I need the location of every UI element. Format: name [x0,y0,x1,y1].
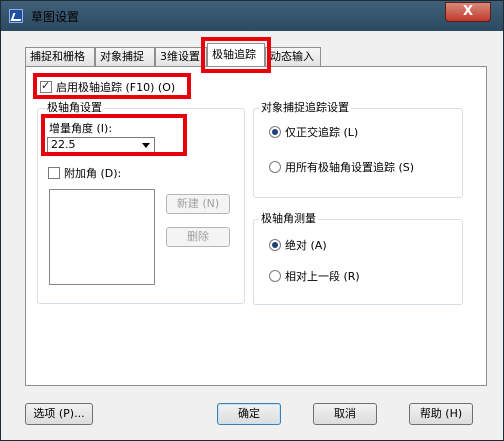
ok-button[interactable]: 确定 [217,403,281,425]
additional-angle-checkbox[interactable] [48,167,60,179]
all-polar-settings-label: 用所有极轴角设置追踪 (S) [285,161,415,174]
chevron-down-icon [142,143,150,148]
window-title: 草图设置 [31,10,80,24]
tab-object-snap[interactable]: 对象捕捉 [95,47,155,66]
new-angle-button[interactable]: 新建 (N) [166,194,230,214]
cancel-button[interactable]: 取消 [313,403,377,425]
all-polar-settings-radio[interactable] [269,161,281,173]
enable-polar-label: 启用极轴追踪 (F10) (O) [56,81,176,94]
absolute-radio[interactable] [269,239,281,251]
measurement-group-label: 极轴角测量 [259,210,318,226]
increment-angle-value: 22.5 [51,138,76,151]
tab-dynamic-input[interactable]: 动态输入 [265,47,321,66]
delete-angle-button[interactable]: 删除 [166,227,230,247]
relative-last-segment-radio[interactable] [269,270,281,282]
relative-last-segment-label: 相对上一段 (R) [285,270,360,283]
orthogonal-only-label: 仅正交追踪 (L) [285,126,359,139]
polar-angle-group-label: 极轴角设置 [45,99,104,115]
help-button[interactable]: 帮助 (H) [409,403,473,425]
close-button[interactable]: X [445,2,491,22]
additional-angle-label: 附加角 (D): [64,167,122,180]
absolute-label: 绝对 (A) [285,239,327,252]
options-button[interactable]: 选项 (P)... [25,403,93,425]
tab-label: 动态输入 [270,50,314,63]
increment-angle-label: 增量角度 (I): [49,122,113,135]
additional-angle-list[interactable] [49,189,155,285]
tab-label: 捕捉和栅格 [30,50,85,63]
app-logo-icon [9,9,23,23]
drafting-settings-dialog: 草图设置 X 捕捉和栅格 对象捕捉 3维设置 极轴追踪 动态输入 启用极轴追踪 … [0,0,504,441]
enable-polar-checkbox[interactable] [40,79,52,93]
tab-3d-settings[interactable]: 3维设置 [155,47,207,66]
tab-label: 对象捕捉 [100,50,144,63]
close-icon: X [462,4,474,19]
osnap-tracking-group [253,108,463,198]
osnap-tracking-group-label: 对象捕捉追踪设置 [259,99,351,115]
tab-snap-grid[interactable]: 捕捉和栅格 [25,47,95,66]
tab-label: 3维设置 [160,50,200,63]
tab-label: 极轴追踪 [212,48,256,61]
measurement-group [253,219,463,305]
tab-polar-tracking[interactable]: 极轴追踪 [207,43,265,66]
increment-angle-select[interactable]: 22.5 [47,137,155,153]
orthogonal-only-radio[interactable] [269,126,281,138]
title-bar[interactable]: 草图设置 X [1,1,503,31]
